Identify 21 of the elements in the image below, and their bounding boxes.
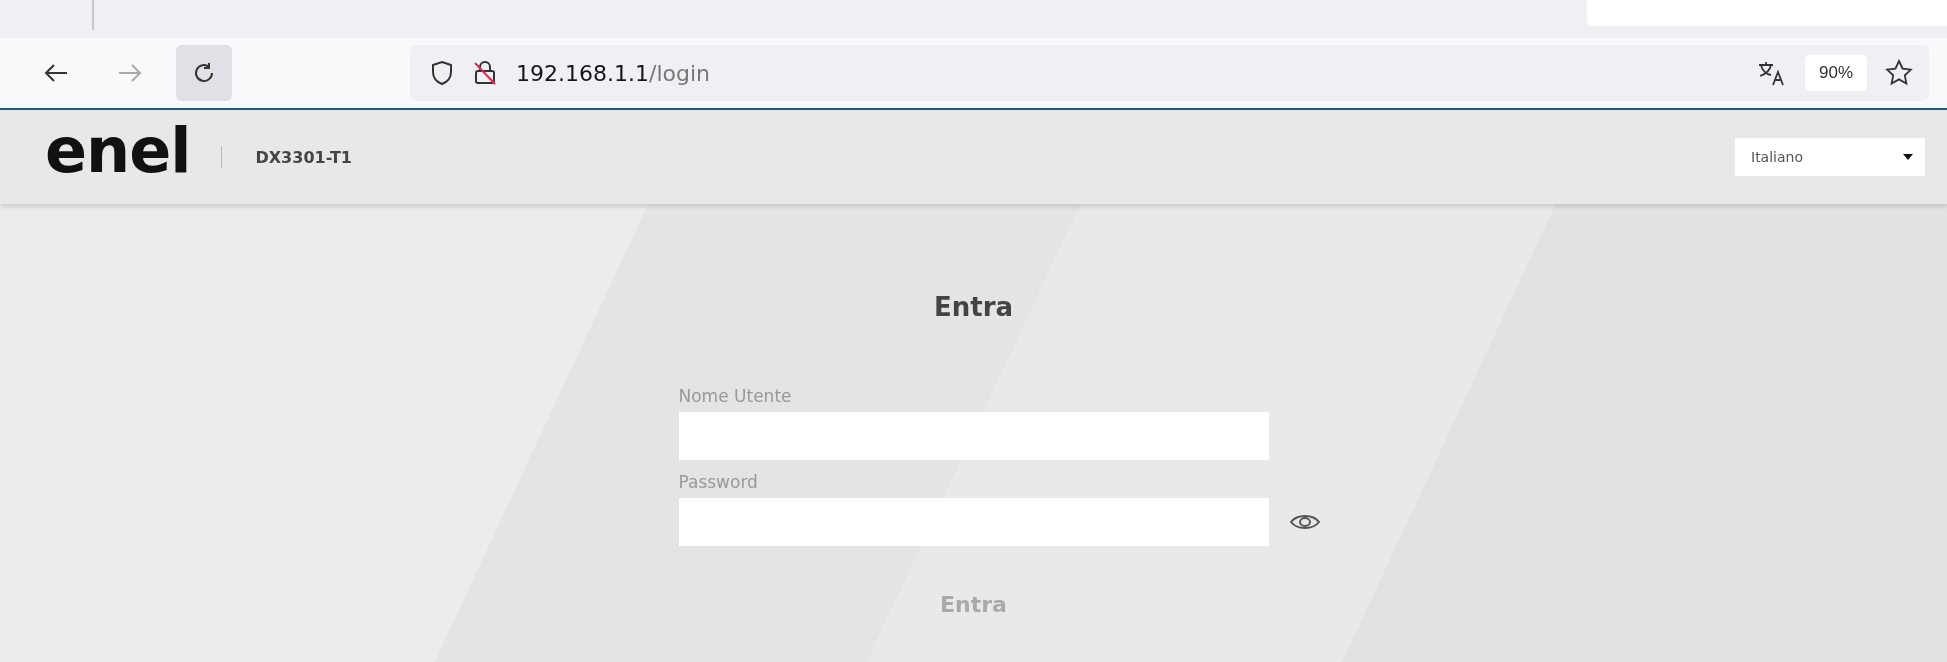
device-model: DX3301-T1 (255, 147, 353, 167)
brand-logo: enel (45, 120, 191, 182)
caret-icon (1903, 154, 1913, 160)
password-field[interactable] (678, 498, 1269, 546)
back-arrow-icon (43, 63, 69, 83)
zoom-level[interactable]: 90% (1804, 55, 1867, 91)
field-label: Nome Utente (678, 386, 793, 406)
translate-icon[interactable] (1756, 60, 1787, 86)
url-text: 192.168.1.1/login (516, 60, 711, 86)
field-label: Password (678, 472, 759, 492)
reload-icon (192, 61, 216, 85)
eye-icon[interactable] (1288, 512, 1321, 532)
username-field[interactable] (678, 412, 1269, 460)
login-title: Entra (933, 292, 1014, 322)
star-icon[interactable] (1885, 59, 1913, 87)
language-select[interactable]: Italiano (1735, 138, 1925, 176)
crossed-lock-icon (472, 60, 498, 86)
reload-button[interactable] (176, 45, 232, 101)
shield-icon (430, 60, 454, 86)
address-bar[interactable]: 192.168.1.1/login 90% (410, 45, 1929, 101)
forward-arrow-icon (117, 63, 143, 83)
